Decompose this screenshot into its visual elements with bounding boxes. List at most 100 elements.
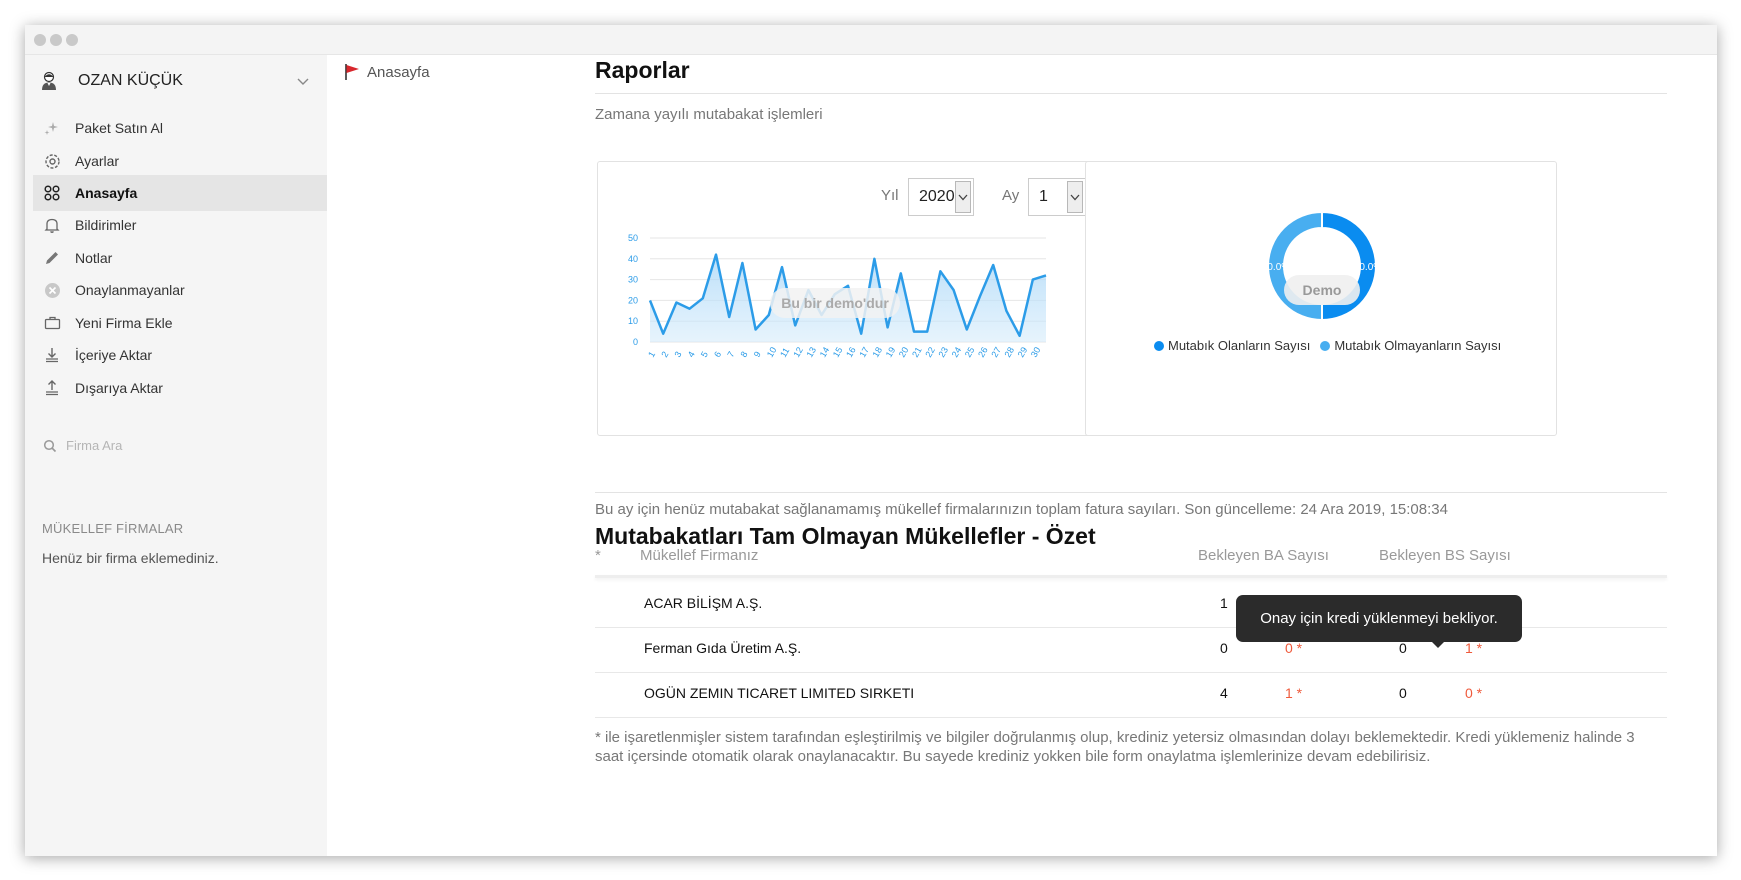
sidebar-item-ayarlar[interactable]: Ayarlar bbox=[33, 143, 327, 179]
x-tick-label: 25 bbox=[963, 345, 977, 359]
x-tick-label: 29 bbox=[1016, 345, 1030, 359]
y-tick-label: 20 bbox=[628, 295, 638, 305]
legend-label: Mutabık Olmayanların Sayısı bbox=[1334, 338, 1502, 353]
sidebar-item-yeni-firma-ekle[interactable]: Yeni Firma Ekle bbox=[33, 305, 327, 341]
ba-pending-count[interactable]: 1 * bbox=[1285, 685, 1302, 701]
chevron-down-icon[interactable] bbox=[296, 76, 310, 86]
sidebar-item-label: Yeni Firma Ekle bbox=[75, 315, 173, 331]
divider bbox=[595, 492, 1667, 493]
column-header-firm: Mükellef Firmanız bbox=[640, 547, 759, 564]
sidebar-item-onaylanmayanlar[interactable]: Onaylanmayanlar bbox=[33, 272, 327, 308]
user-name: OZAN KÜÇÜK bbox=[78, 72, 183, 89]
x-tick-label: 5 bbox=[699, 350, 710, 359]
flag-icon bbox=[345, 64, 359, 80]
main-content: Raporlar Zamana yayılı mutabakat işlemle… bbox=[595, 25, 1695, 856]
x-tick-label: 6 bbox=[712, 350, 723, 359]
firm-name: OGÜN ZEMIN TICARET LIMITED SIRKETI bbox=[644, 685, 915, 701]
tooltip-text: Onay için kredi yüklenmeyi bekliyor. bbox=[1260, 610, 1498, 627]
sidebar-item-label: İçeriye Aktar bbox=[75, 347, 153, 363]
x-tick-label: 2 bbox=[659, 350, 670, 359]
x-tick-label: 13 bbox=[804, 345, 818, 359]
y-tick-label: 40 bbox=[628, 254, 638, 264]
x-tick-label: 11 bbox=[778, 346, 791, 359]
x-tick-label: 24 bbox=[950, 345, 964, 359]
month-select-value: 1 bbox=[1039, 188, 1048, 205]
sidebar-item-label: Bildirimler bbox=[75, 217, 137, 233]
table-row[interactable]: OGÜN ZEMIN TICARET LIMITED SIRKETI 4 1 *… bbox=[595, 668, 1667, 718]
import-icon bbox=[43, 346, 61, 364]
bs-count: 0 bbox=[1399, 640, 1407, 656]
sidebar-item-bildirimler[interactable]: Bildirimler bbox=[33, 207, 327, 243]
bs-count: 0 bbox=[1399, 685, 1407, 701]
x-tick-label: 16 bbox=[844, 345, 858, 359]
y-tick-label: 30 bbox=[628, 275, 638, 285]
legend-dot-agreed bbox=[1154, 340, 1164, 351]
x-tick-label: 23 bbox=[936, 345, 950, 359]
user-avatar-icon bbox=[42, 71, 56, 90]
summary-title: Mutabakatları Tam Olmayan Mükellefler - … bbox=[595, 523, 1096, 549]
ba-pending-count[interactable]: 0 * bbox=[1285, 640, 1302, 656]
x-circle-icon bbox=[43, 281, 61, 299]
donut-chart: 50.0% 50.0% Demo bbox=[1262, 210, 1382, 322]
ba-count: 4 bbox=[1220, 685, 1228, 701]
y-tick-label: 10 bbox=[628, 316, 638, 326]
column-header-bs: Bekleyen BS Sayısı bbox=[1379, 547, 1511, 564]
bell-icon bbox=[43, 216, 61, 234]
page-subtitle: Zamana yayılı mutabakat işlemleri bbox=[595, 106, 823, 123]
watermark-text: Bu bir demo'dur bbox=[781, 295, 889, 311]
line-chart-card: Yıl 2020 Ay 1 0 10 20 30 40 50 1 2 3 4 5 6 7 8 9 10 11 12… bbox=[597, 161, 1119, 436]
x-tick-label: 21 bbox=[910, 345, 924, 359]
y-tick-label: 50 bbox=[628, 233, 638, 243]
sidebar-item-notlar[interactable]: Notlar bbox=[33, 240, 327, 276]
y-tick-label: 0 bbox=[633, 337, 638, 347]
month-select[interactable]: 1 bbox=[1028, 178, 1086, 216]
sidebar-item-label: Onaylanmayanlar bbox=[75, 282, 185, 298]
window-maximize-dot[interactable] bbox=[66, 34, 78, 46]
ba-count: 0 bbox=[1220, 640, 1228, 656]
chevron-down-icon bbox=[955, 181, 971, 213]
window-minimize-dot[interactable] bbox=[50, 34, 62, 46]
x-tick-label: 18 bbox=[870, 345, 884, 359]
footnote: * ile işaretlenmişler sistem tarafından … bbox=[595, 729, 1635, 765]
watermark-text: Demo bbox=[1303, 282, 1342, 298]
x-tick-label: 10 bbox=[765, 345, 779, 359]
firm-search[interactable]: Firma Ara bbox=[43, 438, 122, 453]
slice-value-label: 50.0% bbox=[1262, 262, 1290, 273]
sidebar-item-iceriye-aktar[interactable]: İçeriye Aktar bbox=[33, 337, 327, 373]
donut-chart-card: 50.0% 50.0% Demo Mutabık Olanların Sayısı … bbox=[1085, 161, 1557, 436]
sidebar-item-label: Dışarıya Aktar bbox=[75, 380, 163, 396]
legend-label: Mutabık Olanların Sayısı bbox=[1168, 338, 1311, 353]
x-tick-label: 17 bbox=[857, 345, 871, 359]
sidebar-item-disariya-aktar[interactable]: Dışarıya Aktar bbox=[33, 370, 327, 406]
x-tick-label: 28 bbox=[1002, 345, 1016, 359]
breadcrumb[interactable]: Anasayfa bbox=[343, 63, 430, 81]
firm-name: ACAR BİLİŞM A.Ş. bbox=[644, 595, 763, 611]
sidebar-item-anasayfa[interactable]: Anasayfa bbox=[33, 175, 327, 211]
x-tick-label: 7 bbox=[725, 350, 736, 359]
slice-value-label: 50.0% bbox=[1354, 262, 1382, 273]
bs-pending-count[interactable]: 1 * bbox=[1465, 640, 1482, 656]
sidebar: OZAN KÜÇÜK Paket Satın Al Ayarlar Anasay… bbox=[25, 55, 327, 856]
column-header-ba: Bekleyen BA Sayısı bbox=[1198, 547, 1329, 564]
user-menu[interactable]: OZAN KÜÇÜK bbox=[40, 67, 310, 95]
year-label: Yıl bbox=[881, 187, 899, 204]
sidebar-item-label: Ayarlar bbox=[75, 153, 120, 169]
x-tick-label: 20 bbox=[897, 345, 911, 359]
window-close-dot[interactable] bbox=[34, 34, 46, 46]
x-tick-label: 1 bbox=[646, 350, 657, 359]
sidebar-item-label: Anasayfa bbox=[75, 185, 138, 201]
breadcrumb-label: Anasayfa bbox=[367, 63, 430, 81]
browser-window: OZAN KÜÇÜK Paket Satın Al Ayarlar Anasay… bbox=[25, 25, 1717, 856]
legend-dot-not-agreed bbox=[1320, 340, 1331, 351]
summary-description: Bu ay için henüz mutabakat sağlanamamış … bbox=[595, 501, 1448, 518]
sidebar-item-paket-satin-al[interactable]: Paket Satın Al bbox=[33, 110, 327, 146]
x-tick-label: 3 bbox=[672, 350, 683, 359]
bs-pending-count[interactable]: 0 * bbox=[1465, 685, 1482, 701]
year-select[interactable]: 2020 bbox=[908, 178, 974, 216]
briefcase-icon bbox=[43, 314, 61, 332]
month-label: Ay bbox=[1002, 187, 1020, 204]
ba-count: 1 bbox=[1220, 595, 1228, 611]
page-title: Raporlar bbox=[595, 57, 690, 83]
x-tick-label: 14 bbox=[818, 345, 832, 359]
search-input[interactable]: Firma Ara bbox=[66, 438, 122, 453]
